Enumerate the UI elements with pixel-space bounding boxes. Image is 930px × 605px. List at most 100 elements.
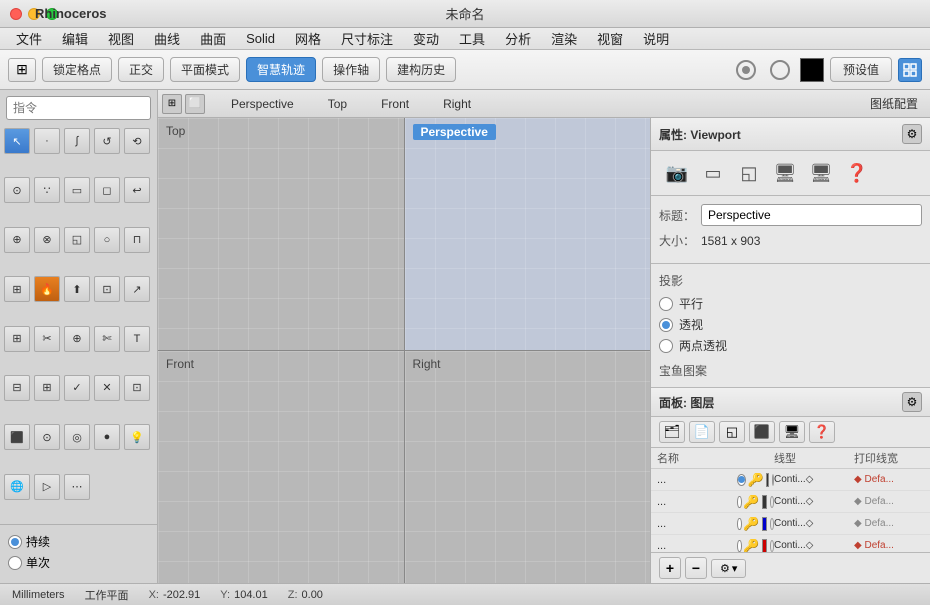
display-icon[interactable]: 🖥 <box>771 159 799 187</box>
target-button[interactable] <box>766 58 794 82</box>
layers-gear-button[interactable]: ⚙ <box>902 392 922 412</box>
pan-tool[interactable]: ⊗ <box>34 227 60 253</box>
menu-help[interactable]: 说明 <box>635 27 677 50</box>
viewport-front[interactable]: Front <box>158 351 404 583</box>
single-layout-icon[interactable]: ⬜ <box>185 94 205 114</box>
menu-transform[interactable]: 变动 <box>405 27 447 50</box>
split-tool[interactable]: ✂ <box>34 326 60 352</box>
env-tool[interactable]: ● <box>94 424 120 450</box>
parallel-option[interactable]: 平行 <box>659 295 922 312</box>
menu-curve[interactable]: 曲线 <box>146 27 188 50</box>
properties-gear-button[interactable]: ⚙ <box>902 124 922 144</box>
boolean-tool[interactable]: ⊞ <box>4 326 30 352</box>
bulb-tool[interactable]: 💡 <box>124 424 150 450</box>
globe-tool[interactable]: 🌐 <box>4 474 30 500</box>
menu-tools[interactable]: 工具 <box>451 27 493 50</box>
rotate-tool[interactable]: ⟲ <box>124 128 150 154</box>
menu-file[interactable]: 文件 <box>8 27 50 50</box>
tab-perspective[interactable]: Perspective <box>215 94 310 114</box>
light-tool[interactable]: ⊙ <box>34 424 60 450</box>
transform-tool[interactable]: ↩ <box>124 177 150 203</box>
lock-grid-button[interactable]: 锁定格点 <box>42 57 112 82</box>
trim-tool[interactable]: ✄ <box>94 326 120 352</box>
rect-tool[interactable]: ▭ <box>64 177 90 203</box>
render-tool[interactable]: ⬛ <box>4 424 30 450</box>
sphere-tool[interactable]: ○ <box>94 227 120 253</box>
command-input[interactable] <box>6 96 151 120</box>
snap-tool[interactable]: ⊙ <box>4 177 30 203</box>
fullscreen-icon[interactable] <box>898 58 922 82</box>
tab-top[interactable]: Top <box>312 94 363 114</box>
continuous-radio[interactable]: 持续 <box>8 533 149 550</box>
point-tool[interactable]: · <box>34 128 60 154</box>
menu-edit[interactable]: 编辑 <box>54 27 96 50</box>
cylinder-tool[interactable]: ⊓ <box>124 227 150 253</box>
layer-add-icon[interactable]: 🗂 <box>659 421 685 443</box>
viewport-top[interactable]: Top <box>158 118 404 350</box>
remove-layer-button[interactable]: − <box>685 557 707 579</box>
sidebar-toggle-button[interactable]: ⊞ <box>8 58 36 82</box>
viewport-icon[interactable]: ▭ <box>699 159 727 187</box>
tab-layout[interactable]: 图纸配置 <box>862 92 926 115</box>
help-icon[interactable]: ❓ <box>843 159 871 187</box>
layer-export-icon[interactable]: ⬛ <box>749 421 775 443</box>
two-point-perspective-option[interactable]: 两点透视 <box>659 337 922 354</box>
menu-dimension[interactable]: 尺寸标注 <box>333 27 401 50</box>
construction-history-button[interactable]: 建构历史 <box>386 57 456 82</box>
material-tool[interactable]: ◎ <box>64 424 90 450</box>
check-tool[interactable]: ✓ <box>64 375 90 401</box>
layer-row[interactable]: ... 🔑 Conti...◇ ◆ Defa... <box>651 513 930 535</box>
tab-right[interactable]: Right <box>427 94 487 114</box>
two-point-radio[interactable] <box>659 339 673 353</box>
menu-panels[interactable]: 视窗 <box>589 27 631 50</box>
add-layer-button[interactable]: + <box>659 557 681 579</box>
layer-screen-icon[interactable]: 🖥 <box>779 421 805 443</box>
color-swatch[interactable] <box>800 58 824 82</box>
perspective-radio[interactable] <box>659 318 673 332</box>
title-input[interactable] <box>701 204 922 226</box>
analyze-tool[interactable]: ⊡ <box>124 375 150 401</box>
menu-solid[interactable]: Solid <box>238 29 283 48</box>
monitor-icon[interactable]: 🖥 <box>807 159 835 187</box>
select-tool[interactable]: ↖ <box>4 128 30 154</box>
polygon-tool[interactable]: ◻ <box>94 177 120 203</box>
align-tool[interactable]: ∵ <box>34 177 60 203</box>
arrow-tool[interactable]: ▷ <box>34 474 60 500</box>
layer-row[interactable]: ... 🔑 Conti...◇ ◆ Defa... <box>651 491 930 513</box>
arc-tool[interactable]: ↺ <box>94 128 120 154</box>
smart-track-button[interactable]: 智慧轨迹 <box>246 57 316 82</box>
measure-tool[interactable]: ✕ <box>94 375 120 401</box>
camera-icon[interactable]: 📷 <box>663 159 691 187</box>
layer-question-icon[interactable]: ❓ <box>809 421 835 443</box>
orthogonal-button[interactable]: 正交 <box>118 57 164 82</box>
extrude-tool[interactable]: ⬆ <box>64 276 90 302</box>
cube-icon[interactable]: ◱ <box>735 159 763 187</box>
parallel-radio[interactable] <box>659 297 673 311</box>
node-tool[interactable]: ⋯ <box>64 474 90 500</box>
operation-axis-button[interactable]: 操作轴 <box>322 57 380 82</box>
menu-render[interactable]: 渲染 <box>543 27 585 50</box>
mirror-tool[interactable]: ⊞ <box>4 276 30 302</box>
menu-mesh[interactable]: 网格 <box>287 27 329 50</box>
layer-cube-icon[interactable]: ◱ <box>719 421 745 443</box>
array-tool[interactable]: ⊞ <box>34 375 60 401</box>
join-tool[interactable]: ⊕ <box>64 326 90 352</box>
text-tool[interactable]: T <box>124 326 150 352</box>
viewport-perspective[interactable]: Perspective <box>405 118 651 350</box>
menu-analysis[interactable]: 分析 <box>497 27 539 50</box>
close-button[interactable] <box>10 8 22 20</box>
tab-front[interactable]: Front <box>365 94 425 114</box>
grid-layout-icon[interactable]: ⊞ <box>162 94 182 114</box>
menu-surface[interactable]: 曲面 <box>192 27 234 50</box>
zoom-tool[interactable]: ⊕ <box>4 227 30 253</box>
layer-settings-button[interactable]: ⚙ ▾ <box>711 559 746 578</box>
box-tool[interactable]: ◱ <box>64 227 90 253</box>
viewport-right[interactable]: Right <box>405 351 651 583</box>
record-button[interactable] <box>732 58 760 82</box>
layer-file-icon[interactable]: 📄 <box>689 421 715 443</box>
flame-tool[interactable]: 🔥 <box>34 276 60 302</box>
preset-button[interactable]: 预设值 <box>830 57 892 82</box>
layout-tool[interactable]: ⊟ <box>4 375 30 401</box>
menu-view[interactable]: 视图 <box>100 27 142 50</box>
layer-row[interactable]: ... 🔑 Conti...◇ ◆ Defa... <box>651 535 930 552</box>
